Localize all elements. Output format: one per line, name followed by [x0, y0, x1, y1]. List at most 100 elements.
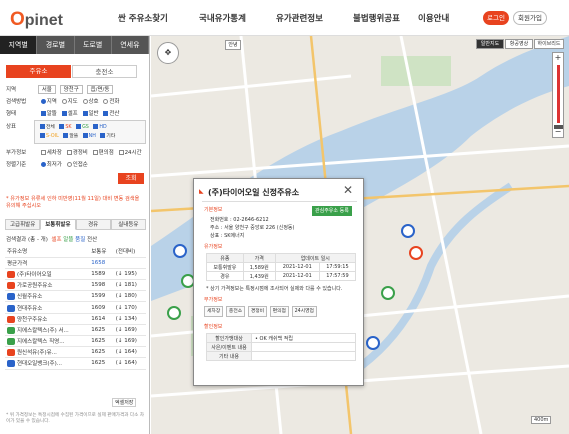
station-name[interactable]: 가로공원주유소: [17, 283, 52, 289]
station-marker[interactable]: [173, 244, 187, 258]
station-marker[interactable]: [401, 224, 415, 238]
station-name-cell[interactable]: 양천구주유소: [5, 313, 90, 325]
station-name[interactable]: 현대주유소: [17, 306, 42, 312]
tab-yearly[interactable]: 연세유: [111, 36, 149, 54]
station-name[interactable]: 원신석유(주)유...: [17, 350, 57, 356]
station-marker[interactable]: [409, 246, 423, 260]
station-marker[interactable]: [381, 286, 395, 300]
check-store[interactable]: [92, 150, 98, 155]
method-label: 검색방법: [6, 99, 27, 105]
station-name[interactable]: 양천구주유소: [17, 317, 47, 323]
normal-map-button[interactable]: 일반지도: [476, 39, 504, 49]
check-24h[interactable]: [118, 150, 124, 155]
brand-icon: [7, 293, 15, 301]
station-name-cell[interactable]: 지에스칼텍스 직영...: [5, 335, 90, 348]
check-altteul[interactable]: [40, 111, 46, 116]
radio-lowest[interactable]: [40, 162, 46, 167]
nav-cheap-station[interactable]: 싼 주유소찾기: [118, 12, 168, 24]
subtab-charging[interactable]: 충전소: [72, 65, 137, 78]
nav-oil-info[interactable]: 유가관련정보: [276, 12, 323, 24]
tab-premium[interactable]: 고급휘발유: [5, 219, 41, 230]
nav-domestic-stats[interactable]: 국내유가통계: [199, 12, 246, 24]
radio-region[interactable]: [40, 99, 46, 104]
table-row[interactable]: 신월주유소 1599 (↓ 180): [5, 290, 146, 303]
station-name-cell[interactable]: (주)타이어오일: [5, 268, 90, 281]
brand-all-check[interactable]: [40, 124, 45, 129]
register-favorite-button[interactable]: 관심주유소 등록: [312, 206, 352, 216]
zoom-in-icon[interactable]: +: [553, 53, 563, 63]
brand-sk-check[interactable]: [59, 124, 65, 129]
station-name-cell[interactable]: 지에스칼텍스(주) 서...: [5, 324, 90, 337]
gu-select[interactable]: 양천구: [59, 85, 83, 94]
station-name[interactable]: 신월주유소: [17, 294, 42, 300]
sidebar: 지역별 경로별 도로별 연세유 주유소 충전소 지역 서울 양천구 읍/면/동 …: [0, 36, 150, 434]
brand-box: 전체 SK GS HD S-OIL 알뜰 NH 기타: [34, 120, 146, 144]
pan-control-icon[interactable]: ✥: [157, 42, 179, 64]
search-button[interactable]: 조회: [118, 173, 144, 184]
station-name-cell[interactable]: 원신석유(주)유...: [5, 346, 90, 359]
table-row[interactable]: 지에스칼텍스 직영... 1625 (↓ 169): [5, 335, 146, 348]
sido-select[interactable]: 서울: [37, 85, 56, 94]
radio-phone[interactable]: [103, 99, 109, 104]
brand-nh-check[interactable]: [82, 133, 88, 138]
login-button[interactable]: 로그인: [483, 11, 509, 25]
opinet-logo[interactable]: Opinet: [10, 9, 63, 31]
station-price: 1589: [89, 268, 114, 281]
brand-soil-check[interactable]: [40, 133, 45, 138]
station-name[interactable]: 지에스칼텍스 직영...: [17, 339, 64, 345]
station-name-cell[interactable]: 현대오일뱅크(주)...: [5, 357, 90, 370]
station-change: (↓ 195): [113, 268, 146, 281]
check-general[interactable]: [82, 111, 88, 116]
station-marker[interactable]: [167, 306, 181, 320]
brand-sk: SK: [65, 125, 72, 130]
tab-diesel[interactable]: 경유: [75, 219, 111, 230]
radio-nearest[interactable]: [66, 162, 72, 167]
radio-name[interactable]: [82, 99, 88, 104]
brand-gs-check[interactable]: [76, 124, 82, 129]
excel-button[interactable]: 엑셀저장: [112, 398, 137, 407]
station-name[interactable]: (주)타이어오일: [17, 272, 52, 278]
dong-select[interactable]: 읍/면/동: [86, 85, 114, 94]
check-computer[interactable]: [103, 111, 109, 116]
nav-guide[interactable]: 이용안내: [418, 12, 449, 24]
tab-road[interactable]: 도로별: [74, 36, 112, 54]
table-row[interactable]: (주)타이어오일 1589 (↓ 195): [5, 268, 146, 281]
zoom-slider[interactable]: [557, 65, 560, 123]
tab-route[interactable]: 경로별: [37, 36, 75, 54]
zoom-out-icon[interactable]: −: [553, 127, 563, 137]
station-name-cell[interactable]: 현대주유소: [5, 301, 90, 314]
radio-map[interactable]: [61, 99, 67, 104]
station-name-cell[interactable]: 신월주유소: [5, 290, 90, 303]
brand-hd-check[interactable]: [93, 124, 99, 129]
station-marker[interactable]: [366, 336, 380, 350]
table-row[interactable]: 가로공원주유소 1598 (↓ 181): [5, 279, 146, 292]
station-name[interactable]: 현대오일뱅크(주)...: [17, 361, 62, 367]
subtab-gas-station[interactable]: 주유소: [6, 65, 71, 78]
tab-region[interactable]: 지역별: [0, 36, 38, 54]
close-icon[interactable]: ✕: [343, 183, 353, 197]
station-name-cell[interactable]: 가로공원주유소: [5, 279, 90, 292]
table-row[interactable]: 지에스칼텍스(주) 서... 1625 (↓ 169): [5, 324, 146, 337]
nav-illegal[interactable]: 불법행위공표: [353, 12, 400, 24]
avg-empty: [113, 257, 146, 269]
brand-alt-check[interactable]: [63, 133, 69, 138]
extra-value: [251, 342, 356, 352]
aerial-button[interactable]: 항공영상: [505, 39, 533, 49]
table-row[interactable]: 현대오일뱅크(주)... 1625 (↓ 164): [5, 357, 146, 370]
price-fuel: 보통휘발유: [206, 262, 244, 272]
brand-etc-check[interactable]: [100, 133, 106, 138]
join-button[interactable]: 회원가입: [513, 11, 547, 25]
check-carwash[interactable]: [40, 150, 46, 155]
tab-regular[interactable]: 보통휘발유: [40, 219, 76, 230]
station-name[interactable]: 지에스칼텍스(주) 서...: [17, 328, 69, 334]
check-repair[interactable]: [66, 150, 72, 155]
check-self[interactable]: [61, 111, 67, 116]
tab-kerosene[interactable]: 실내등유: [110, 219, 146, 230]
brand-icon: [7, 282, 15, 290]
hybrid-button[interactable]: 하이브리드: [534, 39, 564, 49]
table-row[interactable]: 양천구주유소 1614 (↓ 134): [5, 313, 146, 325]
brand-label-row: 상표: [6, 122, 36, 130]
map-area[interactable]: ✥ 안녕 일반지도 항공영상 하이브리드 + − 400m ◣ (주)타이어오일…: [151, 36, 569, 434]
table-row[interactable]: 원신석유(주)유... 1625 (↓ 164): [5, 346, 146, 359]
table-row[interactable]: 현대주유소 1609 (↓ 170): [5, 301, 146, 314]
